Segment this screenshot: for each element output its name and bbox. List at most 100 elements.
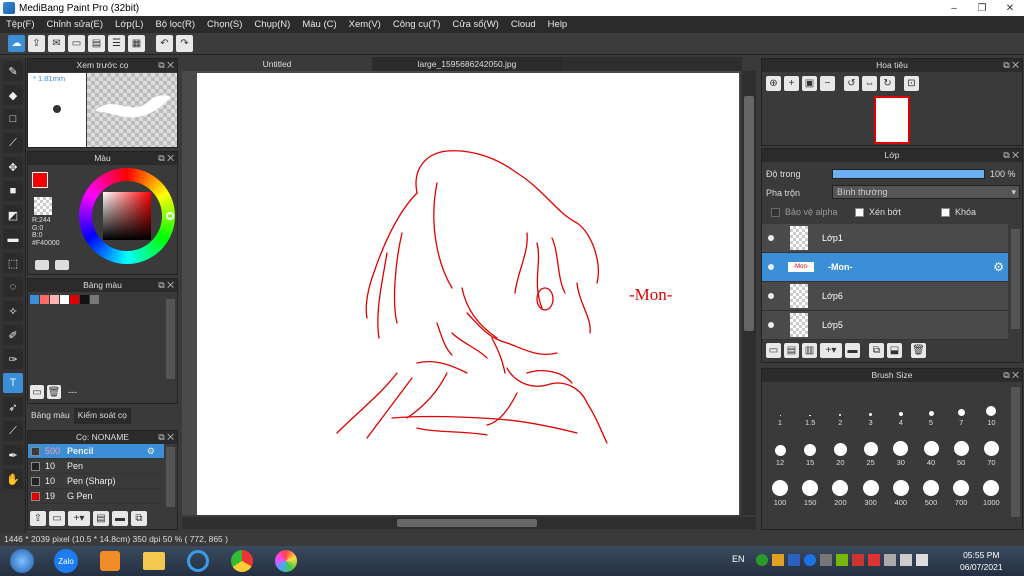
foreground-color-swatch[interactable]: [32, 172, 48, 188]
tray-app-icon[interactable]: [788, 554, 800, 566]
brush-size-option[interactable]: 150: [796, 471, 824, 507]
clipping-checkbox[interactable]: Xén bớt: [852, 207, 901, 217]
brush-list-scrollbar[interactable]: [166, 447, 175, 507]
move-tool-icon[interactable]: ✥: [3, 157, 23, 177]
menu-item[interactable]: Chọn(S): [207, 19, 242, 30]
merge-layer-icon[interactable]: ⬓: [887, 343, 902, 358]
navigator-thumbnail[interactable]: [874, 96, 910, 144]
new-8bit-layer-icon[interactable]: ▥: [802, 343, 817, 358]
zoom-in-icon[interactable]: +: [784, 76, 799, 91]
blend-mode-select[interactable]: Bình thường ▾: [832, 185, 1020, 199]
eye-icon[interactable]: [768, 322, 774, 328]
brush-size-option[interactable]: 400: [887, 471, 915, 507]
grid-icon[interactable]: ▦: [128, 35, 145, 52]
zalo-icon[interactable]: Zalo: [48, 547, 84, 575]
color-swap-icon[interactable]: [55, 260, 69, 270]
brush-size-option[interactable]: 70: [977, 431, 1005, 467]
magic-wand-icon[interactable]: ✧: [3, 301, 23, 321]
language-indicator[interactable]: EN: [732, 554, 745, 564]
tray-v-icon[interactable]: [852, 554, 864, 566]
palette-swatch[interactable]: [40, 295, 49, 304]
layer-scrollbar[interactable]: [1011, 229, 1020, 329]
menu-item[interactable]: Cửa sổ(W): [452, 19, 498, 30]
text-tool-icon[interactable]: T: [3, 373, 23, 393]
brush-size-option[interactable]: 5: [917, 391, 945, 427]
brush-size-option[interactable]: 300: [857, 471, 885, 507]
lasso-icon[interactable]: ◌: [3, 277, 23, 297]
menu-item[interactable]: Lớp(L): [115, 19, 143, 30]
brush-new-icon[interactable]: ▭: [49, 511, 65, 526]
brush-size-option[interactable]: 20: [826, 431, 854, 467]
hue-handle[interactable]: [166, 212, 174, 220]
panel-close-icon[interactable]: ⧉ ✕: [1003, 59, 1019, 72]
menu-item[interactable]: Cloud: [511, 19, 536, 30]
brush-upload-icon[interactable]: ⇧: [30, 511, 46, 526]
brush-size-option[interactable]: 500: [917, 471, 945, 507]
tray-shield-icon[interactable]: [756, 554, 768, 566]
palette-scrollbar[interactable]: [166, 299, 175, 379]
palette-swatch[interactable]: [30, 295, 39, 304]
color-square[interactable]: [103, 192, 151, 240]
brush-tool-icon[interactable]: ✎: [3, 61, 23, 81]
cloud-icon[interactable]: ☁: [8, 35, 25, 52]
panel-close-icon[interactable]: ⧉ ✕: [1003, 149, 1019, 162]
bucket-tool-icon[interactable]: ◩: [3, 205, 23, 225]
file-explorer-icon[interactable]: [136, 547, 172, 575]
internet-explorer-icon[interactable]: [180, 547, 216, 575]
brush-list-item[interactable]: 19 G Pen: [28, 489, 164, 504]
new-layer-icon[interactable]: ▭: [766, 343, 781, 358]
network-icon[interactable]: [900, 554, 912, 566]
menu-item[interactable]: Chụp(N): [254, 19, 290, 30]
transparent-swatch[interactable]: [34, 197, 52, 215]
panel-close-icon[interactable]: ⧉ ✕: [158, 152, 174, 165]
dot-tool-icon[interactable]: ⟋: [3, 133, 23, 153]
select-eraser-icon[interactable]: ✑: [3, 349, 23, 369]
gradient-tool-icon[interactable]: ▬: [3, 229, 23, 249]
tray-app-icon[interactable]: [820, 554, 832, 566]
palette-swatch[interactable]: [50, 295, 59, 304]
undo-icon[interactable]: ↶: [156, 35, 173, 52]
color-mode-icon[interactable]: [35, 260, 49, 270]
clock[interactable]: 05:55 PM 06/07/2021: [960, 549, 1003, 573]
panel-close-icon[interactable]: ⧉ ✕: [158, 279, 174, 292]
add-layer-menu-icon[interactable]: +▾: [820, 343, 842, 358]
panel-close-icon[interactable]: ⧉ ✕: [1003, 369, 1019, 382]
brush-size-option[interactable]: 40: [917, 431, 945, 467]
list-icon[interactable]: ☰: [108, 35, 125, 52]
palette-swatch[interactable]: [90, 295, 99, 304]
layer-row[interactable]: Lớp1: [762, 224, 1008, 253]
brush-size-option[interactable]: 10: [977, 391, 1005, 427]
select-pen-icon[interactable]: ✐: [3, 325, 23, 345]
delete-layer-icon[interactable]: 🗑: [911, 343, 926, 358]
minimize-button[interactable]: –: [940, 0, 968, 16]
color-wheel[interactable]: [79, 168, 175, 264]
tray-app-icon[interactable]: [868, 554, 880, 566]
menu-item[interactable]: Help: [548, 19, 568, 30]
palette-swatch[interactable]: [80, 295, 89, 304]
protect-alpha-checkbox[interactable]: Bảo vệ alpha: [768, 207, 838, 217]
brush-size-option[interactable]: 1000: [977, 471, 1005, 507]
new-halftone-layer-icon[interactable]: ▤: [784, 343, 799, 358]
brush-size-option[interactable]: 12: [766, 431, 794, 467]
brush-size-option[interactable]: 4: [887, 391, 915, 427]
tab-brush-control[interactable]: Kiểm soát cọ: [73, 408, 131, 424]
maximize-button[interactable]: ❐: [968, 0, 996, 16]
brush-list-item[interactable]: 500 Pencil ⚙: [28, 444, 164, 459]
document-icon[interactable]: ▤: [88, 35, 105, 52]
menu-item[interactable]: Tệp(F): [6, 19, 35, 30]
rectangle-tool-icon[interactable]: □: [3, 109, 23, 129]
brush-list-item[interactable]: 10 Pen: [28, 459, 164, 474]
navigator-lock-icon[interactable]: ⊡: [904, 76, 919, 91]
eye-icon[interactable]: [768, 293, 774, 299]
close-button[interactable]: ✕: [996, 0, 1024, 16]
brush-size-option[interactable]: 2: [826, 391, 854, 427]
layer-row[interactable]: -Mon- -Mon- ⚙: [762, 253, 1008, 282]
brush-folder-icon[interactable]: ▬: [112, 511, 128, 526]
rotate-left-icon[interactable]: ↺: [844, 76, 859, 91]
menu-item[interactable]: Công cụ(T): [393, 19, 441, 30]
new-palette-icon[interactable]: ▭: [30, 385, 44, 399]
page-icon[interactable]: ▭: [68, 35, 85, 52]
start-button[interactable]: [4, 547, 40, 575]
redo-icon[interactable]: ↷: [176, 35, 193, 52]
duplicate-layer-icon[interactable]: ⧉: [869, 343, 884, 358]
